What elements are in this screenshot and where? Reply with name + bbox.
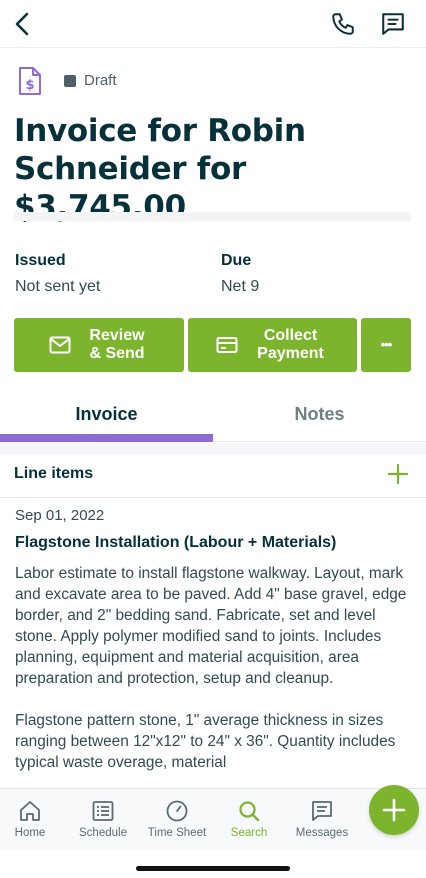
page-title: Invoice for Robin Schneider for $3,745.0… <box>14 113 306 225</box>
line-item-description: Labor estimate to install flagstone walk… <box>15 563 415 794</box>
line-items-title: Line items <box>14 465 94 482</box>
nav-search[interactable]: Search <box>222 789 276 851</box>
phone-icon[interactable] <box>330 11 356 37</box>
review-send-label: Review & Send <box>89 327 145 362</box>
nav-time-sheet[interactable]: Time Sheet <box>140 789 214 851</box>
home-icon <box>20 801 40 821</box>
line-item-name[interactable]: Flagstone Installation (Labour + Materia… <box>15 534 336 552</box>
active-tab-indicator <box>0 434 213 442</box>
review-send-button[interactable]: Review & Send <box>14 318 184 372</box>
message-icon <box>312 801 332 821</box>
section-separator <box>0 443 426 455</box>
chevron-left-icon[interactable] <box>10 10 36 38</box>
line-items-header: Line items <box>0 455 426 498</box>
nav-messages[interactable]: Messages <box>288 789 356 851</box>
line-item-date: Sep 01, 2022 <box>15 507 105 524</box>
tab-notes[interactable]: Notes <box>213 396 426 442</box>
issued-value: Not sent yet <box>15 278 101 295</box>
due-value: Net 9 <box>221 278 260 295</box>
top-app-bar <box>0 0 426 48</box>
message-icon[interactable] <box>380 11 406 37</box>
status-dot <box>64 74 76 87</box>
search-icon <box>239 801 260 822</box>
clock-icon <box>166 800 188 822</box>
due-label: Due <box>221 252 252 269</box>
bottom-nav: Home Schedule Time Sheet Search Messages <box>0 788 426 850</box>
nav-messages-label: Messages <box>295 827 349 839</box>
plus-icon <box>382 798 406 822</box>
issued-label: Issued <box>15 252 66 269</box>
nav-search-label: Search <box>230 827 268 839</box>
nav-home-label: Home <box>14 827 46 839</box>
safe-area <box>0 850 426 878</box>
plus-icon[interactable] <box>386 462 410 486</box>
invoice-document-icon: $ <box>19 67 41 95</box>
nav-time-sheet-label: Time Sheet <box>147 827 207 839</box>
home-indicator[interactable] <box>136 866 290 871</box>
nav-schedule[interactable]: Schedule <box>72 789 134 851</box>
more-actions-button[interactable]: ••• <box>361 318 411 372</box>
nav-home[interactable]: Home <box>4 789 56 851</box>
status-badge: Draft <box>64 72 117 89</box>
due-info: Due Net 9 <box>221 248 259 300</box>
divider <box>14 212 411 221</box>
create-fab-button[interactable] <box>369 785 419 835</box>
nav-schedule-label: Schedule <box>79 827 127 839</box>
svg-text:$: $ <box>25 78 34 93</box>
collect-payment-button[interactable]: Collect Payment <box>188 318 357 372</box>
description-paragraph: Flagstone pattern stone, 1" average thic… <box>15 712 396 771</box>
credit-card-icon <box>216 337 237 353</box>
status-label: Draft <box>84 72 117 89</box>
issued-info: Issued Not sent yet <box>15 248 100 300</box>
envelope-icon <box>49 336 71 354</box>
calendar-list-icon <box>92 801 114 821</box>
collect-payment-label: Collect Payment <box>257 327 324 362</box>
description-paragraph: Labor estimate to install flagstone walk… <box>15 565 407 687</box>
more-label: ••• <box>380 337 393 352</box>
